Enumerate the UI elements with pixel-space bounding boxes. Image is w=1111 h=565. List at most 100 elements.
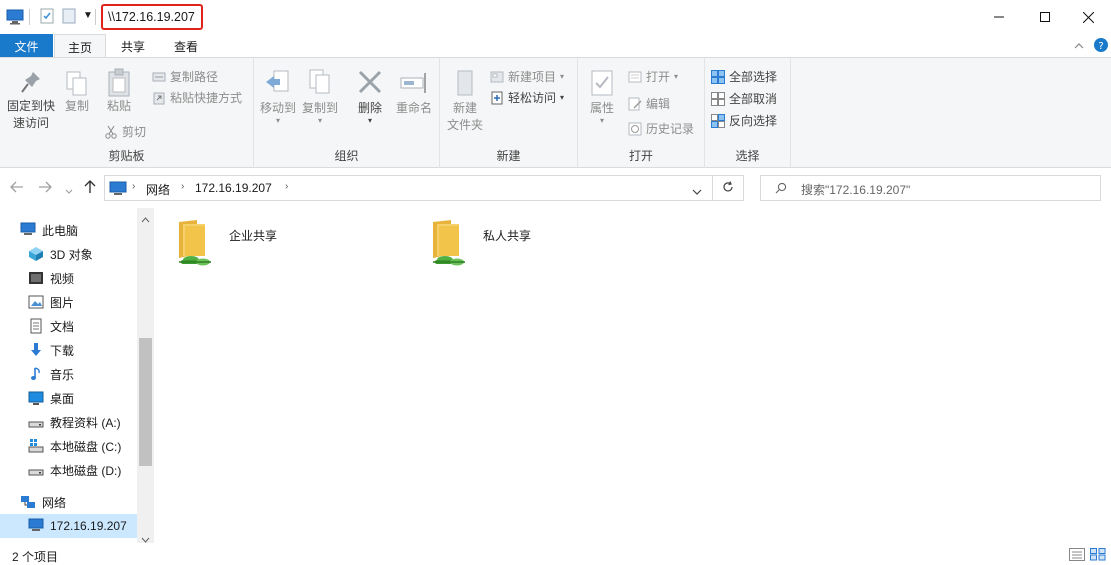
move-to-icon — [258, 68, 298, 100]
copy-icon — [60, 70, 94, 98]
sidebar-item-label: 本地磁盘 (D:) — [50, 463, 122, 478]
sidebar-item-computer[interactable]: 172.16.19.207 — [0, 514, 137, 538]
select-all-label: 全部选择 — [729, 70, 778, 84]
tab-view[interactable]: 查看 — [160, 34, 212, 57]
sidebar-item-documents[interactable]: 文档 — [0, 314, 137, 338]
maximize-button[interactable] — [1022, 0, 1068, 34]
copy-button[interactable]: 复制 — [60, 70, 94, 115]
easy-access-button[interactable]: 轻松访问 ▾ — [490, 89, 564, 106]
invert-selection-label: 反向选择 — [729, 114, 778, 128]
properties-quick-icon[interactable] — [39, 8, 55, 27]
rename-button[interactable]: 重命名 — [392, 68, 436, 117]
folder-item-enterprise-share[interactable]: 企业共享 — [175, 218, 277, 273]
invert-selection-button[interactable]: 反向选择 — [711, 112, 777, 129]
paste-shortcut-label: 粘贴快捷方式 — [170, 91, 243, 105]
organize-group-label: 组织 — [334, 149, 359, 163]
sidebar-item-music[interactable]: 音乐 — [0, 362, 137, 386]
breadcrumb-network[interactable]: 网络 — [146, 181, 170, 198]
search-icon — [775, 182, 787, 197]
refresh-button[interactable] — [713, 175, 744, 201]
clipboard-group: 固定到快 速访问 复制 粘贴 复制路径 粘贴快捷方式 剪切 剪贴板 — [0, 58, 254, 168]
invert-selection-icon — [711, 113, 725, 128]
cut-button[interactable]: 剪切 — [104, 123, 146, 140]
select-all-button[interactable]: 全部选择 — [711, 68, 777, 85]
navigation-pane: 此电脑 3D 对象 视频图片文档下载音乐桌面教程资料 (A:) 本地磁盘 (C:) 本地… — [0, 208, 154, 543]
tab-share[interactable]: 共享 — [108, 34, 158, 57]
address-bar[interactable]: › 网络 › 172.16.19.207 › — [104, 175, 713, 201]
sidebar-item-drive[interactable]: 本地磁盘 (D:) — [0, 458, 137, 482]
computer-icon — [109, 181, 127, 199]
sidebar-item-network[interactable]: 网络 — [0, 490, 137, 514]
breadcrumb-host[interactable]: 172.16.19.207 — [195, 181, 272, 195]
drive-icon — [28, 414, 44, 430]
recent-locations-chevron-icon[interactable] — [65, 182, 73, 198]
folder-item-private-share[interactable]: 私人共享 — [429, 218, 531, 273]
sidebar-item-3d-objects[interactable]: 3D 对象 — [0, 242, 137, 266]
open-button[interactable]: 打开 ▾ — [628, 68, 678, 85]
scrollbar-thumb[interactable] — [139, 338, 152, 466]
back-arrow-icon[interactable] — [10, 180, 24, 196]
paste-label: 粘贴 — [106, 99, 131, 113]
pin-to-quick-access-button[interactable]: 固定到快 速访问 — [4, 70, 58, 132]
new-group-label: 新建 — [496, 149, 521, 163]
forward-arrow-icon[interactable] — [38, 180, 52, 196]
sidebar-item-drive[interactable]: 教程资料 (A:) — [0, 410, 137, 434]
window-title-path: \\172.16.19.207 — [101, 4, 203, 30]
sidebar-item-computer[interactable]: 此电脑 — [0, 218, 137, 242]
customize-quick-access-chevron-icon[interactable]: ▼ — [83, 10, 93, 21]
copy-to-button[interactable]: 复制到 ▾ — [300, 68, 340, 125]
select-group: 全部选择 全部取消 反向选择 选择 — [705, 58, 791, 168]
sidebar-item-pictures[interactable]: 图片 — [0, 290, 137, 314]
search-box[interactable]: 搜索"172.16.19.207" — [760, 175, 1101, 201]
sidebar-item-desktop[interactable]: 桌面 — [0, 386, 137, 410]
properties-dropdown-icon: ▾ — [599, 116, 604, 125]
properties-button[interactable]: 属性 ▾ — [586, 68, 618, 125]
sidebar-item-label: 下载 — [50, 343, 75, 358]
details-view-icon[interactable] — [1069, 548, 1085, 564]
select-none-button[interactable]: 全部取消 — [711, 90, 777, 107]
music-icon — [28, 366, 44, 382]
sidebar-item-label: 此电脑 — [42, 223, 79, 238]
address-history-chevron-icon[interactable] — [692, 185, 702, 199]
new-item-button[interactable]: 新建项目 ▾ — [490, 68, 564, 85]
move-to-label: 移动到 — [259, 101, 296, 115]
paste-shortcut-icon — [152, 91, 166, 105]
sidebar-item-video[interactable]: 视频 — [0, 266, 137, 290]
up-arrow-icon[interactable] — [84, 180, 96, 197]
paste-shortcut-button[interactable]: 粘贴快捷方式 — [152, 89, 242, 106]
collapse-ribbon-chevron-icon[interactable] — [1074, 39, 1084, 53]
desktop-icon — [28, 390, 44, 406]
move-to-button[interactable]: 移动到 ▾ — [258, 68, 298, 125]
paste-button[interactable]: 粘贴 — [100, 68, 138, 115]
sidebar-item-windows-drive[interactable]: 本地磁盘 (C:) — [0, 434, 137, 458]
new-item-dropdown-icon: ▾ — [560, 72, 565, 81]
sidebar-item-label: 172.16.19.207 — [50, 519, 127, 533]
delete-button[interactable]: 删除 ▾ — [352, 68, 388, 125]
sidebar-item-label: 图片 — [50, 295, 75, 310]
copy-path-button[interactable]: 复制路径 — [152, 68, 218, 85]
help-icon[interactable]: ? — [1094, 38, 1108, 55]
minimize-button[interactable] — [976, 0, 1022, 34]
sidebar-item-downloads[interactable]: 下载 — [0, 338, 137, 362]
rename-label: 重命名 — [395, 101, 432, 115]
scroll-up-chevron-icon[interactable] — [141, 212, 150, 226]
new-folder-quick-icon[interactable] — [61, 8, 77, 27]
close-button[interactable] — [1065, 0, 1111, 34]
open-group: 属性 ▾ 打开 ▾ 编辑 历史记录 打开 — [578, 58, 705, 168]
edit-button[interactable]: 编辑 — [628, 95, 670, 112]
copy-path-label: 复制路径 — [170, 70, 219, 84]
folder-label: 企业共享 — [229, 229, 278, 243]
history-button[interactable]: 历史记录 — [628, 120, 694, 137]
delete-label: 删除 — [357, 101, 382, 115]
select-all-icon — [711, 69, 725, 84]
sidebar-item-label: 文档 — [50, 319, 75, 334]
cut-label: 剪切 — [122, 125, 147, 139]
new-folder-button[interactable]: 新建 文件夹 — [442, 68, 488, 134]
delete-x-icon — [352, 68, 388, 100]
sidebar-item-label: 桌面 — [50, 391, 75, 406]
tab-file[interactable]: 文件 — [0, 34, 53, 57]
new-item-icon — [490, 70, 504, 84]
nav-pane-scrollbar[interactable] — [137, 208, 154, 543]
tab-home[interactable]: 主页 — [54, 34, 106, 57]
large-icons-view-icon[interactable] — [1090, 548, 1106, 564]
